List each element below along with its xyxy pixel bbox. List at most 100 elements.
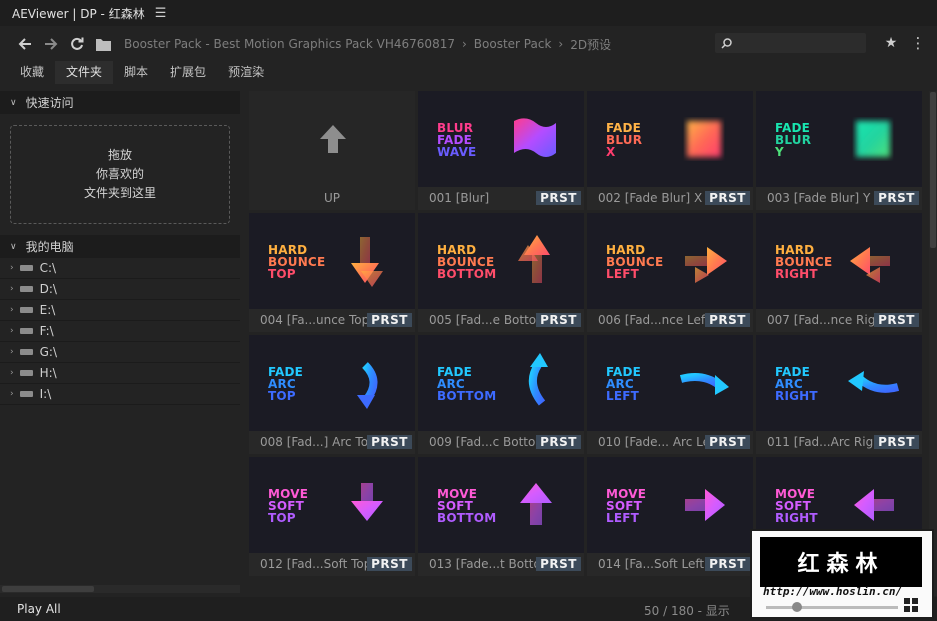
card-name: 010 [Fade... Arc Left: [598, 435, 708, 449]
up-folder-card[interactable]: UP: [249, 91, 415, 210]
preset-card[interactable]: HARD BOUNCE BOTTOM 005 [Fad...e Bottom PRST: [418, 213, 584, 332]
card-name: 004 [Fa...unce Top: [260, 313, 370, 327]
sidebar: ∨ 快速访问 拖放 你喜欢的 文件夹到这里 ∨ 我的电脑 › C:\ › D:\ › E:…: [0, 91, 240, 596]
preset-card[interactable]: FADE BLUR X 002 [Fade Blur] X PRST: [587, 91, 753, 210]
preview-title-line: RIGHT: [775, 511, 818, 525]
drive-item[interactable]: › G:\: [0, 342, 240, 363]
forward-arrow-icon[interactable]: [38, 31, 64, 57]
card-thumbnail: MOVE SOFT BOTTOM: [418, 457, 584, 553]
preset-badge: PRST: [705, 557, 750, 571]
preset-card[interactable]: MOVE SOFT TOP 012 [Fad...Soft Top PRST: [249, 457, 415, 576]
preview-title-line: TOP: [268, 389, 296, 403]
drive-icon: [19, 370, 33, 376]
preview-title-line: RIGHT: [775, 389, 818, 403]
preset-card[interactable]: FADE ARC LEFT 010 [Fade... Arc Left PRST: [587, 335, 753, 454]
grid-scrollbar[interactable]: [929, 91, 937, 596]
card-thumbnail: HARD BOUNCE RIGHT: [756, 213, 922, 309]
preset-grid: UP BLUR FADE WAVE 001 [Blur] PRST FADE BLUR X 00…: [249, 91, 927, 596]
grid-view-icon[interactable]: [904, 598, 918, 612]
preset-preview-title: HARD BOUNCE TOP: [268, 244, 325, 280]
card-thumbnail: HARD BOUNCE BOTTOM: [418, 213, 584, 309]
chevron-right-icon: ›: [10, 263, 14, 273]
preview-title-line: BOTTOM: [437, 511, 497, 525]
tab-favorites[interactable]: 收藏: [9, 61, 55, 84]
scrollbar-thumb[interactable]: [930, 92, 936, 248]
drive-icon: [19, 286, 33, 292]
drive-label: D:\: [39, 282, 57, 296]
card-footer: 005 [Fad...e Bottom PRST: [418, 309, 584, 332]
hamburger-icon[interactable]: ☰: [155, 6, 167, 21]
drive-item[interactable]: › D:\: [0, 279, 240, 300]
preview-title-line: BOTTOM: [437, 267, 497, 281]
preset-card[interactable]: HARD BOUNCE LEFT 006 [Fad...nce Left PRST: [587, 213, 753, 332]
scrollbar-thumb[interactable]: [2, 586, 94, 592]
back-arrow-icon[interactable]: [12, 31, 38, 57]
preset-card[interactable]: FADE ARC BOTTOM 009 [Fad...c Bottom PRST: [418, 335, 584, 454]
preset-card[interactable]: MOVE SOFT LEFT 014 [Fa...Soft Left PRST: [587, 457, 753, 576]
breadcrumb-item-pack[interactable]: Booster Pack - Best Motion Graphics Pack…: [124, 37, 455, 51]
chevron-right-icon: ›: [10, 305, 14, 315]
preset-badge: PRST: [367, 313, 412, 327]
card-footer: 003 [Fade Blur] Y PRST: [756, 187, 922, 210]
refresh-icon[interactable]: [64, 31, 90, 57]
card-thumbnail: FADE ARC LEFT: [587, 335, 753, 431]
more-options-icon[interactable]: ⋮: [906, 31, 930, 55]
drive-item[interactable]: › E:\: [0, 300, 240, 321]
preset-badge: PRST: [705, 191, 750, 205]
search-icon: [721, 37, 732, 49]
sidebar-scrollbar[interactable]: [0, 585, 240, 593]
card-name: 012 [Fad...Soft Top: [260, 557, 370, 571]
preset-badge: PRST: [705, 435, 750, 449]
chevron-down-icon: ∨: [10, 97, 17, 108]
breadcrumb: Booster Pack - Best Motion Graphics Pack…: [124, 36, 611, 53]
breadcrumb-item-booster[interactable]: Booster Pack: [474, 37, 552, 51]
my-computer-header[interactable]: ∨ 我的电脑: [0, 235, 240, 258]
tab-folders[interactable]: 文件夹: [55, 61, 114, 84]
preset-card[interactable]: HARD BOUNCE RIGHT 007 [Fad...nce Right PRST: [756, 213, 922, 332]
preview-title-line: TOP: [268, 511, 296, 525]
card-footer: 013 [Fade...t BottomPRST: [418, 553, 584, 576]
preset-card[interactable]: FADE BLUR Y 003 [Fade Blur] Y PRST: [756, 91, 922, 210]
drive-item[interactable]: › C:\: [0, 258, 240, 279]
watermark: 红森林 http://www.hoslin.cn/: [750, 529, 934, 619]
watermark-url: http://www.hoslin.cn/: [763, 585, 903, 598]
folder-icon[interactable]: [90, 31, 116, 57]
tab-prerender[interactable]: 预渲染: [217, 61, 275, 84]
drive-item[interactable]: › F:\: [0, 321, 240, 342]
preset-card[interactable]: BLUR FADE WAVE 001 [Blur] PRST: [418, 91, 584, 210]
preset-preview-title: BLUR FADE WAVE: [437, 122, 476, 158]
play-all-button[interactable]: Play All: [17, 602, 61, 616]
preview-title-line: LEFT: [606, 389, 640, 403]
drive-item[interactable]: › I:\: [0, 384, 240, 405]
card-name: 009 [Fad...c Bottom: [429, 435, 539, 449]
preset-preview-title: FADE ARC TOP: [268, 366, 303, 402]
preset-preview-title: FADE BLUR Y: [775, 122, 811, 158]
drop-zone[interactable]: 拖放 你喜欢的 文件夹到这里: [10, 125, 230, 224]
drive-item[interactable]: › H:\: [0, 363, 240, 384]
preset-preview-title: HARD BOUNCE BOTTOM: [437, 244, 496, 280]
preset-preview-title: MOVE SOFT TOP: [268, 488, 308, 524]
tab-extensions[interactable]: 扩展包: [159, 61, 217, 84]
slider-knob[interactable]: [792, 602, 802, 612]
quick-access-header[interactable]: ∨ 快速访问: [0, 91, 240, 114]
chevron-right-icon: ›: [558, 37, 564, 51]
card-name: 011 [Fad...Arc Right: [767, 435, 877, 449]
watermark-text: 红森林: [797, 552, 885, 577]
breadcrumb-item-2d-presets[interactable]: 2D预设: [570, 36, 611, 53]
preview-title-line: RIGHT: [775, 267, 818, 281]
drive-icon: [19, 307, 33, 313]
preset-card[interactable]: HARD BOUNCE TOP 004 [Fa...unce Top PRST: [249, 213, 415, 332]
preview-title-line: TOP: [268, 267, 296, 281]
thumbnail-size-slider[interactable]: [766, 602, 898, 612]
preset-badge: PRST: [367, 435, 412, 449]
search-input[interactable]: [736, 36, 856, 50]
drive-label: G:\: [39, 345, 57, 359]
preview-title-line: Y: [775, 145, 784, 159]
preset-card[interactable]: FADE ARC RIGHT 011 [Fad...Arc Right PRST: [756, 335, 922, 454]
my-computer-label: 我的电脑: [25, 240, 74, 254]
preset-preview-title: MOVE SOFT LEFT: [606, 488, 646, 524]
star-icon[interactable]: ★: [879, 31, 903, 55]
tab-scripts[interactable]: 脚本: [113, 61, 159, 84]
preset-card[interactable]: MOVESOFTBOTTOM 013 [Fade...t BottomPRST: [418, 457, 584, 576]
preset-card[interactable]: FADE ARC TOP 008 [Fad...] Arc Top PRST: [249, 335, 415, 454]
